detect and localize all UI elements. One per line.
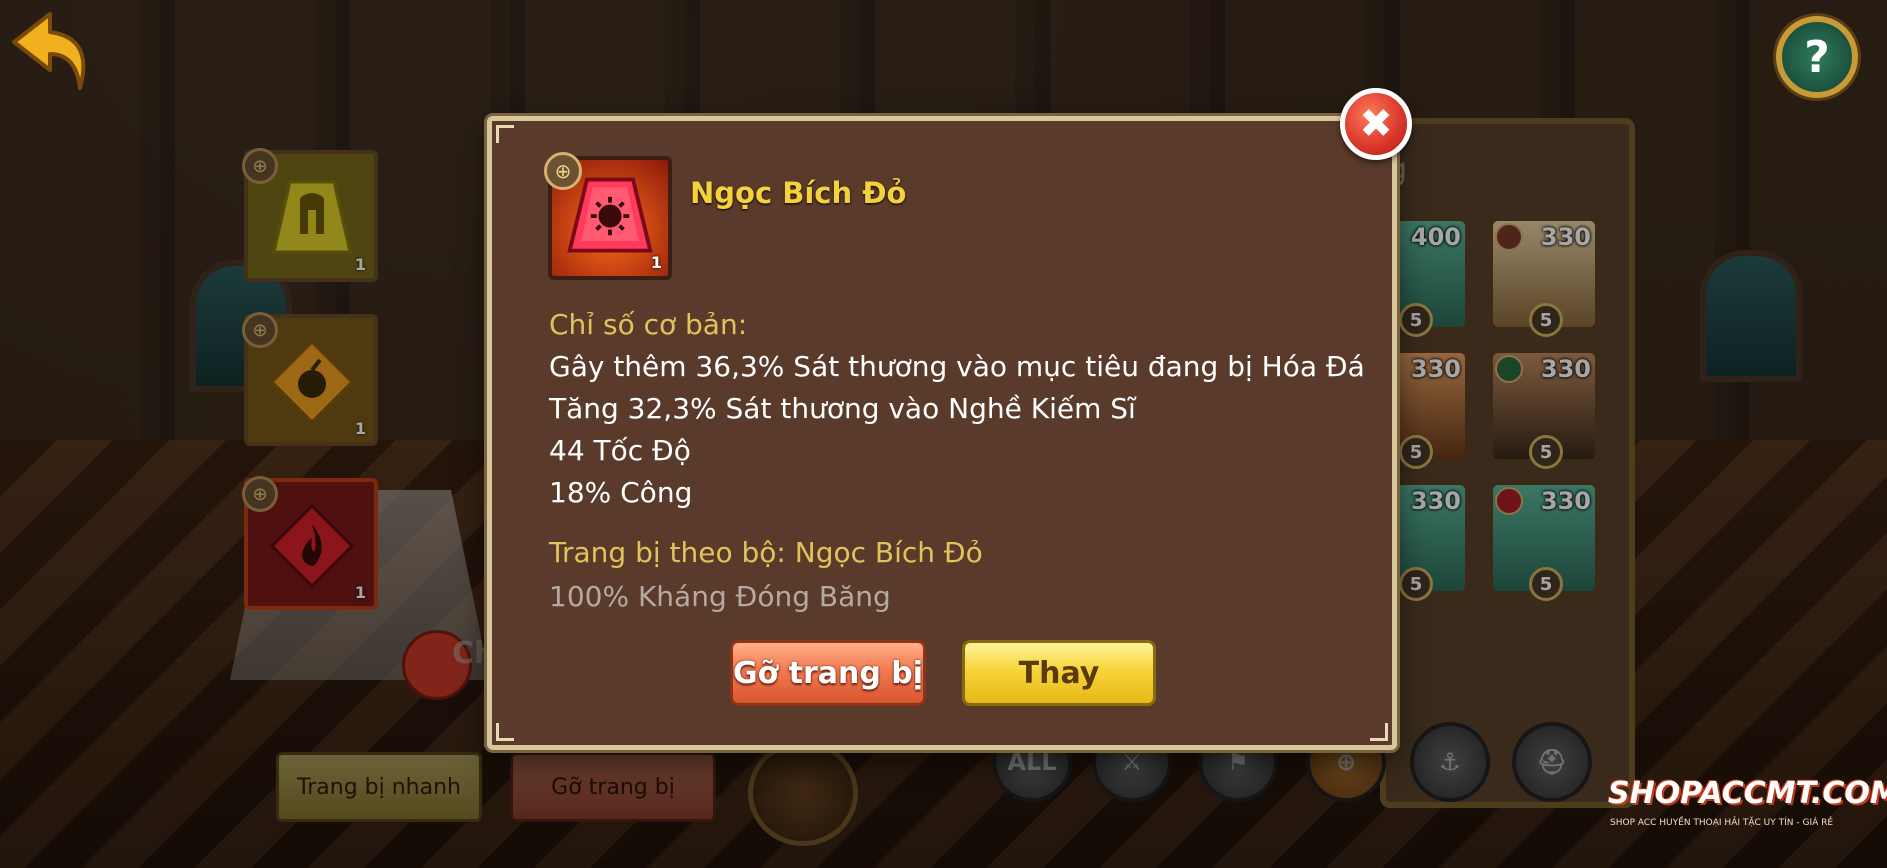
watermark-logo-text: SHOPACCMT.COM [1608,776,1887,811]
close-icon: ✖ [1359,101,1393,147]
base-stats-label: Chỉ số cơ bản: [549,308,748,341]
stat-line: 18% Công [549,476,693,509]
close-button[interactable]: ✖ [1340,88,1412,160]
set-bonus: 100% Kháng Đóng Băng [549,580,891,613]
stat-line: Gây thêm 36,3% Sát thương vào mục tiêu đ… [549,350,1365,383]
set-label: Trang bị theo bộ: Ngọc Bích Đỏ [549,536,983,569]
unequip-button[interactable]: Gỡ trang bị [730,640,926,706]
stat-line: Tăng 32,3% Sát thương vào Nghề Kiếm Sĩ [549,392,1136,425]
help-button[interactable]: ? [1776,16,1858,98]
item-count: 1 [650,253,662,272]
item-name: Ngọc Bích Đỏ [690,176,907,210]
stat-line: 44 Tốc Độ [549,434,691,467]
replace-button[interactable]: Thay [962,640,1156,706]
back-arrow-icon[interactable] [10,8,94,98]
watermark-logo: SHOPACCMT.COM SHOP ACC HUYỀN THOẠI HẢI T… [1590,760,1887,850]
watermark-tagline: SHOP ACC HUYỀN THOẠI HẢI TẶC UY TÍN - GI… [1610,818,1834,828]
item-frame: ⊕ 1 [544,152,672,280]
red-gem-icon [567,177,653,253]
